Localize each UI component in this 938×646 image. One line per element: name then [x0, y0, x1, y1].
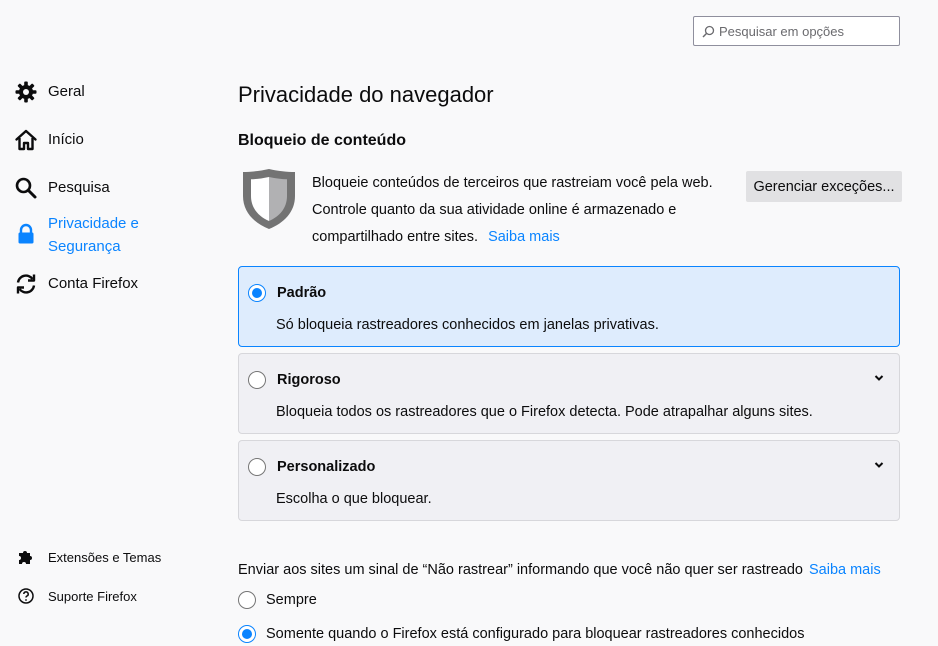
sync-icon: [14, 272, 38, 296]
sidebar-item-geral[interactable]: Geral: [14, 80, 85, 104]
option-title: Rigoroso: [277, 372, 341, 388]
sidebar-item-extensions[interactable]: Extensões e Temas: [16, 547, 161, 567]
option-card-rigoroso[interactable]: Rigoroso Bloqueia todos os rastreadores …: [238, 353, 900, 434]
option-label: Sempre: [266, 592, 317, 608]
option-label: Somente quando o Firefox está configurad…: [266, 626, 805, 642]
sidebar-item-label: Pesquisa: [48, 179, 110, 196]
sidebar-item-label: Geral: [48, 83, 85, 100]
learn-more-link[interactable]: Saiba mais: [488, 229, 560, 245]
home-icon: [14, 128, 38, 152]
sidebar-item-label: Conta Firefox: [48, 275, 139, 292]
sidebar-item-inicio[interactable]: Início: [14, 128, 84, 152]
radio-dnt-always[interactable]: [238, 591, 256, 609]
radio-rigoroso[interactable]: [248, 371, 266, 389]
dnt-option-always[interactable]: Sempre: [238, 591, 317, 609]
page-title: Privacidade do navegador: [238, 82, 494, 107]
option-card-personalizado[interactable]: Personalizado Escolha o que bloquear.: [238, 440, 900, 521]
lock-icon: [14, 222, 38, 246]
option-card-padrao[interactable]: Padrão Só bloqueia rastreadores conhecid…: [238, 266, 900, 347]
radio-padrao[interactable]: [248, 284, 266, 302]
sidebar-item-label: Início: [48, 131, 84, 148]
dnt-option-when-blocking[interactable]: Somente quando o Firefox está configurad…: [238, 625, 804, 643]
option-description: Bloqueia todos os rastreadores que o Fir…: [276, 404, 813, 420]
radio-dnt-when-blocking[interactable]: [238, 625, 256, 643]
sidebar-item-support[interactable]: Suporte Firefox: [16, 586, 137, 606]
shield-icon: [240, 166, 298, 232]
search-box[interactable]: [693, 16, 900, 46]
option-title: Personalizado: [277, 459, 376, 475]
sidebar-item-label: Privacidade e Segurança: [48, 215, 139, 255]
manage-exceptions-button[interactable]: Gerenciar exceções...: [746, 171, 902, 202]
chevron-down-icon[interactable]: [873, 458, 885, 470]
help-icon: [16, 586, 36, 606]
sidebar-item-conta-firefox[interactable]: Conta Firefox: [14, 272, 138, 296]
gear-icon: [14, 80, 38, 104]
radio-personalizado[interactable]: [248, 458, 266, 476]
option-title: Padrão: [277, 285, 327, 301]
sidebar-item-label: Suporte Firefox: [48, 588, 137, 604]
dnt-learn-more-link[interactable]: Saiba mais: [809, 562, 881, 578]
search-input[interactable]: [719, 23, 899, 39]
sidebar-item-label: Extensões e Temas: [48, 549, 162, 565]
option-description: Escolha o que bloquear.: [276, 491, 432, 507]
content-blocking-description: Bloqueie conteúdos de terceiros que rast…: [312, 175, 713, 245]
search-icon: [14, 176, 38, 200]
chevron-down-icon[interactable]: [873, 371, 885, 383]
search-icon: [702, 25, 715, 38]
option-description: Só bloqueia rastreadores conhecidos em j…: [276, 317, 659, 333]
sidebar-item-pesquisa[interactable]: Pesquisa: [14, 176, 110, 200]
section-heading: Bloqueio de conteúdo: [238, 132, 406, 149]
sidebar-item-privacy[interactable]: Privacidade e Segurança: [14, 212, 158, 258]
dnt-label: Enviar aos sites um sinal de “Não rastre…: [238, 562, 881, 578]
puzzle-icon: [16, 547, 36, 567]
